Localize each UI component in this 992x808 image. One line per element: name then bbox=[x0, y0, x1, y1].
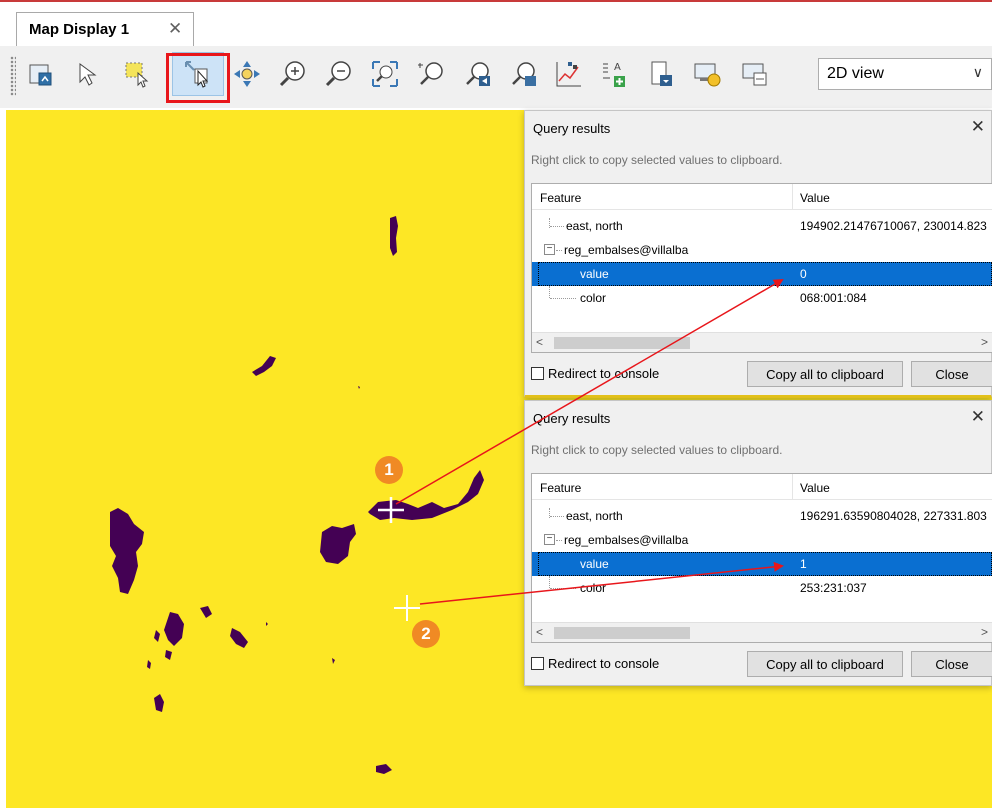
checkbox-box[interactable] bbox=[531, 657, 544, 670]
map-toolbar: A 2D view ∨ bbox=[0, 46, 992, 108]
tab-map-display[interactable]: Map Display 1 ✕ bbox=[16, 12, 194, 47]
dialog-hint: Right click to copy selected values to c… bbox=[531, 443, 783, 457]
dialog-hint: Right click to copy selected values to c… bbox=[531, 153, 783, 167]
scroll-right-icon[interactable]: > bbox=[981, 625, 988, 639]
value-cell: 253:231:037 bbox=[800, 581, 867, 595]
collapse-icon[interactable]: − bbox=[544, 534, 555, 545]
tree-guide bbox=[556, 250, 562, 251]
value-cell: 196291.63590804028, 227331.803 bbox=[800, 509, 987, 523]
display-map-icon[interactable] bbox=[24, 55, 58, 93]
marker-badge-1: 1 bbox=[375, 456, 403, 484]
dialog-title: Query results bbox=[533, 121, 611, 136]
column-header-value[interactable]: Value bbox=[800, 481, 830, 495]
scroll-right-icon[interactable]: > bbox=[981, 335, 988, 349]
feature-cell: east, north bbox=[566, 219, 623, 233]
copy-all-button[interactable]: Copy all to clipboard bbox=[747, 361, 903, 387]
tree-guide bbox=[549, 576, 550, 588]
checkbox-box[interactable] bbox=[531, 367, 544, 380]
column-header-feature[interactable]: Feature bbox=[540, 191, 581, 205]
scrollbar-thumb[interactable] bbox=[554, 627, 690, 639]
svg-text:A: A bbox=[614, 62, 621, 73]
add-overlay-icon[interactable]: A bbox=[598, 55, 632, 93]
dock-icon[interactable] bbox=[738, 55, 772, 93]
redirect-to-console-checkbox[interactable]: Redirect to console bbox=[531, 656, 659, 671]
analyze-icon[interactable] bbox=[552, 55, 586, 93]
close-icon[interactable]: ✕ bbox=[971, 117, 985, 137]
close-button[interactable]: Close bbox=[911, 361, 992, 387]
tab-bar: Map Display 1 ✕ bbox=[0, 0, 992, 47]
tree-row[interactable]: − reg_embalses@villalba bbox=[532, 528, 992, 552]
redirect-to-console-checkbox[interactable]: Redirect to console bbox=[531, 366, 659, 381]
settings-icon[interactable] bbox=[690, 55, 724, 93]
view-mode-label: 2D view bbox=[827, 65, 884, 82]
tab-label: Map Display 1 bbox=[29, 21, 130, 38]
close-icon[interactable]: ✕ bbox=[971, 407, 985, 427]
annotation-highlight bbox=[166, 53, 230, 103]
column-separator[interactable] bbox=[792, 474, 793, 500]
zoom-menu-icon[interactable] bbox=[506, 55, 540, 93]
copy-all-button[interactable]: Copy all to clipboard bbox=[747, 651, 903, 677]
tree-guide bbox=[550, 516, 564, 517]
tree-guide bbox=[556, 540, 562, 541]
tree-row[interactable]: color 068:001:084 bbox=[532, 286, 992, 310]
tree-row[interactable]: east, north 196291.63590804028, 227331.8… bbox=[532, 504, 992, 528]
feature-cell: reg_embalses@villalba bbox=[564, 533, 689, 547]
column-header-feature[interactable]: Feature bbox=[540, 481, 581, 495]
tree-row[interactable]: east, north 194902.21476710067, 230014.8… bbox=[532, 214, 992, 238]
close-button[interactable]: Close bbox=[911, 651, 992, 677]
view-mode-select[interactable]: 2D view ∨ bbox=[818, 58, 992, 90]
pan-icon[interactable] bbox=[230, 55, 264, 93]
query-results-tree[interactable]: Feature Value east, north 196291.6359080… bbox=[531, 473, 992, 643]
chevron-down-icon: ∨ bbox=[972, 64, 983, 80]
tree-guide bbox=[549, 286, 550, 298]
tree-row-selected[interactable]: value 0 bbox=[532, 262, 992, 286]
scroll-left-icon[interactable]: < bbox=[536, 335, 543, 349]
checkbox-label: Redirect to console bbox=[548, 656, 660, 671]
feature-cell: east, north bbox=[566, 509, 623, 523]
value-cell: 0 bbox=[800, 267, 807, 281]
select-vector-icon[interactable] bbox=[120, 55, 154, 93]
column-separator[interactable] bbox=[792, 184, 793, 210]
marker-badge-2: 2 bbox=[412, 620, 440, 648]
feature-cell: reg_embalses@villalba bbox=[564, 243, 689, 257]
scrollbar-thumb[interactable] bbox=[554, 337, 690, 349]
tree-header: Feature Value bbox=[532, 474, 992, 500]
horizontal-scrollbar[interactable]: < > bbox=[532, 622, 992, 642]
query-results-dialog-1: Query results ✕ Right click to copy sele… bbox=[524, 110, 992, 398]
scroll-left-icon[interactable]: < bbox=[536, 625, 543, 639]
tree-row-selected[interactable]: value 1 bbox=[532, 552, 992, 576]
feature-cell: color bbox=[580, 291, 607, 305]
value-cell: 068:001:084 bbox=[800, 291, 867, 305]
dialog-title: Query results bbox=[533, 411, 611, 426]
tree-guide bbox=[550, 588, 576, 589]
query-results-dialog-2: Query results ✕ Right click to copy sele… bbox=[524, 400, 992, 686]
zoom-extent-icon[interactable] bbox=[368, 55, 402, 93]
feature-cell: value bbox=[580, 557, 609, 571]
tree-row[interactable]: − reg_embalses@villalba bbox=[532, 238, 992, 262]
toolbar-grip[interactable] bbox=[10, 56, 16, 96]
zoom-region-icon[interactable] bbox=[414, 55, 448, 93]
checkbox-label: Redirect to console bbox=[548, 366, 660, 381]
collapse-icon[interactable]: − bbox=[544, 244, 555, 255]
zoom-out-icon[interactable] bbox=[322, 55, 356, 93]
pointer-icon[interactable] bbox=[70, 55, 104, 93]
tree-header: Feature Value bbox=[532, 184, 992, 210]
zoom-back-icon[interactable] bbox=[460, 55, 494, 93]
save-image-icon[interactable] bbox=[644, 55, 678, 93]
feature-cell: value bbox=[580, 267, 609, 281]
column-header-value[interactable]: Value bbox=[800, 191, 830, 205]
close-icon[interactable]: ✕ bbox=[168, 19, 182, 39]
value-cell: 194902.21476710067, 230014.823 bbox=[800, 219, 987, 233]
horizontal-scrollbar[interactable]: < > bbox=[532, 332, 992, 352]
tree-row[interactable]: color 253:231:037 bbox=[532, 576, 992, 600]
tree-guide bbox=[550, 298, 576, 299]
zoom-in-icon[interactable] bbox=[276, 55, 310, 93]
tree-guide bbox=[550, 226, 564, 227]
value-cell: 1 bbox=[800, 557, 807, 571]
query-results-tree[interactable]: Feature Value east, north 194902.2147671… bbox=[531, 183, 992, 353]
feature-cell: color bbox=[580, 581, 607, 595]
